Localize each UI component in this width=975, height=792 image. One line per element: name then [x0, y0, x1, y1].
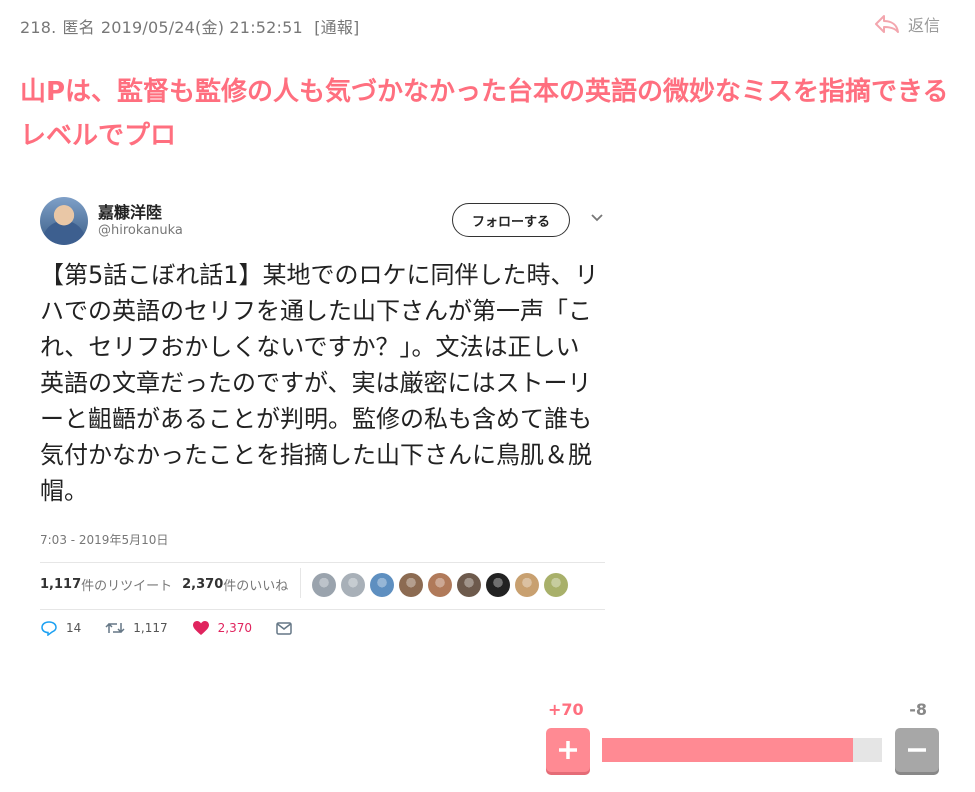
comment-author: 匿名: [62, 18, 95, 37]
reply-button[interactable]: 返信: [874, 12, 940, 36]
reply-icon: [874, 15, 899, 33]
minus-icon: [908, 748, 926, 752]
tweet-header: 嘉糠洋陸 @hirokanuka フォローする: [40, 195, 605, 251]
liker-avatar[interactable]: [370, 573, 394, 597]
liker-avatar[interactable]: [341, 573, 365, 597]
retweet-action-count: 1,117: [133, 621, 168, 635]
reply-action[interactable]: 14: [40, 620, 81, 636]
liker-avatar[interactable]: [428, 573, 452, 597]
like-count[interactable]: 2,370: [182, 577, 223, 592]
liker-avatar[interactable]: [515, 573, 539, 597]
tweet-author-name[interactable]: 嘉糠洋陸: [98, 199, 162, 223]
plus-button[interactable]: [546, 728, 590, 772]
divider: [300, 568, 301, 598]
liker-avatar[interactable]: [312, 573, 336, 597]
plus-count: +70: [548, 700, 584, 719]
reply-label: 返信: [907, 16, 940, 35]
tweet-text: 【第5話こぼれ話1】某地でのロケに同伴した時、リハでの英語のセリフを通した山下さ…: [40, 261, 599, 505]
like-action[interactable]: 2,370: [192, 620, 252, 636]
embedded-tweet: 嘉糠洋陸 @hirokanuka フォローする 【第5話こぼれ話1】某地でのロケ…: [40, 195, 605, 636]
heart-icon: [192, 621, 209, 635]
tweet-author-handle[interactable]: @hirokanuka: [98, 223, 183, 238]
vote-ratio-bar: [602, 738, 882, 762]
liker-avatar[interactable]: [457, 573, 481, 597]
mail-icon: [276, 621, 292, 635]
liker-avatar[interactable]: [486, 573, 510, 597]
comment-number: 218.: [20, 18, 57, 37]
tweet-stats: 1,117 件のリツイート 2,370 件のいいね: [40, 575, 298, 594]
follow-button[interactable]: フォローする: [452, 203, 570, 237]
report-link[interactable]: [通報]: [314, 18, 359, 37]
retweet-label: 件のリツイート: [81, 579, 173, 594]
minus-button[interactable]: [895, 728, 939, 772]
vote-widget: +70 -8: [546, 700, 941, 780]
comment-meta: 218. 匿名 2019/05/24(金) 21:52:51 [通報]: [20, 14, 366, 38]
comment-icon: [41, 621, 57, 636]
vote-ratio-fill: [602, 738, 854, 762]
minus-count: -8: [909, 700, 927, 719]
comment-headline: 山Pは、監督も監修の人も気づかなかった台本の英語の微妙なミスを指摘できるレベルで…: [20, 77, 949, 151]
liker-avatars: [312, 573, 573, 597]
plus-icon: [559, 741, 577, 759]
liker-avatar[interactable]: [544, 573, 568, 597]
tweet-timestamp[interactable]: 7:03 - 2019年5月10日: [40, 531, 168, 548]
retweet-icon: [105, 622, 125, 634]
share-action[interactable]: [276, 621, 300, 635]
like-action-count: 2,370: [217, 621, 252, 635]
tweet-actions: 14 1,117 2,370: [40, 620, 324, 636]
liker-avatar[interactable]: [399, 573, 423, 597]
retweet-count[interactable]: 1,117: [40, 577, 81, 592]
divider: [40, 562, 605, 563]
retweet-action[interactable]: 1,117: [105, 620, 168, 636]
like-label: 件のいいね: [223, 579, 289, 594]
comment-datetime: 2019/05/24(金) 21:52:51: [100, 18, 303, 37]
divider: [40, 609, 605, 610]
avatar[interactable]: [40, 197, 88, 245]
reply-count: 14: [66, 621, 82, 635]
chevron-down-icon[interactable]: [590, 213, 604, 223]
